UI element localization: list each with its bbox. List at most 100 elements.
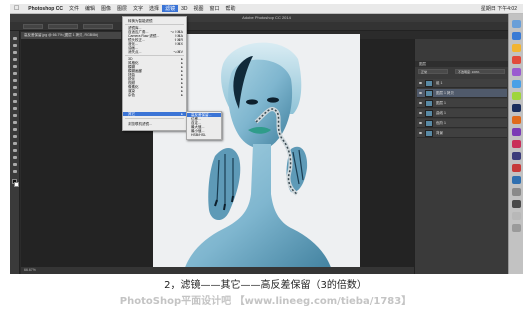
blur-tool-icon[interactable] [13, 121, 17, 124]
menu-item-browse-online[interactable]: 浏览联机滤镜... [123, 122, 186, 126]
menu-item-vanishing-point[interactable]: 消失点... ⌥⌘V [123, 50, 186, 54]
after-effects-icon[interactable] [512, 152, 521, 160]
menu-3d[interactable]: 3D [178, 6, 190, 12]
clone-stamp-tool-icon[interactable] [13, 93, 17, 96]
indesign-icon[interactable] [512, 140, 521, 148]
brush-tool-icon[interactable] [13, 86, 17, 89]
menu-app-name[interactable]: Photoshop CC [20, 6, 66, 12]
opacity-field[interactable]: 不透明度: 100% [455, 69, 505, 74]
layers-panel-title[interactable]: 图层 [415, 61, 509, 67]
premiere-icon[interactable] [512, 128, 521, 136]
eyedropper-tool-icon[interactable] [13, 72, 17, 75]
layer-thumbnail [425, 100, 433, 107]
healing-brush-tool-icon[interactable] [13, 79, 17, 82]
menu-window[interactable]: 窗口 [207, 5, 223, 12]
gradient-tool-icon[interactable] [13, 114, 17, 117]
menu-item-convert-smart-filter[interactable]: 转换为智能滤镜 [123, 19, 186, 23]
lasso-tool-icon[interactable] [13, 51, 17, 54]
layer-row[interactable]: 图层 1 [417, 99, 507, 108]
menu-help[interactable]: 帮助 [223, 5, 239, 12]
acrobat-icon[interactable] [512, 164, 521, 172]
dodge-tool-icon[interactable] [13, 128, 17, 131]
photoshop-icon[interactable] [512, 104, 521, 112]
layer-name: 组 1 [436, 81, 443, 85]
menu-filter[interactable]: 滤镜 [162, 5, 179, 12]
trash-icon[interactable] [512, 224, 521, 232]
quick-select-tool-icon[interactable] [13, 58, 17, 61]
sample-size-select[interactable] [48, 24, 78, 29]
eye-icon[interactable] [419, 82, 422, 84]
tools-panel [10, 31, 20, 274]
illustrator-icon[interactable] [512, 116, 521, 124]
eye-icon[interactable] [419, 132, 422, 134]
move-tool-icon[interactable] [13, 37, 17, 40]
menu-item-noise[interactable]: 杂色 ▸ [123, 93, 186, 97]
history-brush-tool-icon[interactable] [13, 100, 17, 103]
eraser-tool-icon[interactable] [13, 107, 17, 110]
type-tool-icon[interactable] [13, 142, 17, 145]
menu-view[interactable]: 视图 [190, 5, 206, 12]
layer-row[interactable]: 曲线 1 [417, 109, 507, 118]
finder-icon[interactable] [512, 20, 521, 28]
zoom-tool-icon[interactable] [13, 170, 17, 173]
system-preferences-icon[interactable] [512, 188, 521, 196]
pen-tool-icon[interactable] [13, 135, 17, 138]
downloads-icon[interactable] [512, 212, 521, 220]
itunes-icon[interactable] [512, 68, 521, 76]
layer-row[interactable]: 组 1 [417, 79, 507, 88]
layer-name: 色阶 1 [436, 121, 446, 125]
layer-name: 图层 1 拷贝 [436, 91, 454, 95]
layer-row[interactable]: 色阶 1 [417, 119, 507, 128]
status-bar: 66.67% [21, 267, 414, 274]
layer-row-selected[interactable]: 图层 1 拷贝 [417, 89, 507, 98]
layer-thumbnail [425, 110, 433, 117]
page:  Photoshop CC 文件 编辑 图像 图层 文字 选择 滤镜 3D 视… [0, 0, 531, 323]
menu-file[interactable]: 文件 [66, 5, 82, 12]
marquee-tool-icon[interactable] [13, 44, 17, 47]
layers-panel: 图层 正常 不透明度: 100% 组 1 图层 1 拷贝 图层 1 曲线 1 色… [414, 39, 509, 274]
eye-icon[interactable] [419, 102, 422, 104]
layer-thumbnail [425, 90, 433, 97]
terminal-icon[interactable] [512, 200, 521, 208]
menu-layer[interactable]: 图层 [114, 5, 130, 12]
menu-edit[interactable]: 编辑 [82, 5, 98, 12]
messages-icon[interactable] [512, 92, 521, 100]
blend-mode-select[interactable]: 正常 [418, 69, 448, 74]
layer-name: 背景 [436, 131, 443, 135]
app-store-icon[interactable] [512, 80, 521, 88]
watermark: PhotoShop平面设计吧 【www.lineeg.com/tieba/178… [119, 296, 412, 307]
apple-icon[interactable]:  [10, 5, 20, 12]
tutorial-caption: 2，滤镜——其它——高反差保留（3的倍数） [164, 280, 367, 291]
menu-separator [125, 55, 184, 56]
mac-dock [508, 14, 523, 274]
background-color-swatch[interactable] [14, 182, 19, 187]
layer-thumbnail [425, 80, 433, 87]
filter-menu: 转换为智能滤镜 滤镜库... 自适应广角... ⌥⇧⌘A Camera Raw 滤… [122, 16, 187, 131]
eye-icon[interactable] [419, 92, 422, 94]
submenu-item-hsb-hsl[interactable]: HSB/HSL [187, 133, 221, 137]
tool-preset-picker[interactable] [23, 24, 43, 29]
document-tab[interactable]: 高反差保留.jpg @ 66.7% (图层 1 拷贝, RGB/8#) [21, 32, 121, 39]
sample-layer-select[interactable] [83, 24, 113, 29]
menu-select[interactable]: 选择 [146, 5, 162, 12]
eye-icon[interactable] [419, 122, 422, 124]
menu-type[interactable]: 文字 [130, 5, 146, 12]
safari-icon[interactable] [512, 32, 521, 40]
notes-icon[interactable] [512, 44, 521, 52]
path-select-tool-icon[interactable] [13, 149, 17, 152]
menu-separator [125, 24, 184, 25]
lightroom-icon[interactable] [512, 176, 521, 184]
layer-name: 曲线 1 [436, 111, 446, 115]
eye-icon[interactable] [419, 112, 422, 114]
layer-thumbnail [425, 120, 433, 127]
layer-row[interactable]: 背景 [417, 129, 507, 138]
calendar-icon[interactable] [512, 56, 521, 64]
menu-item-other[interactable]: 其它 ▸ [123, 112, 186, 116]
hand-tool-icon[interactable] [13, 163, 17, 166]
crop-tool-icon[interactable] [13, 65, 17, 68]
zoom-readout[interactable]: 66.67% [24, 268, 36, 272]
shape-tool-icon[interactable] [13, 156, 17, 159]
mac-menubar:  Photoshop CC 文件 编辑 图像 图层 文字 选择 滤镜 3D 视… [10, 4, 523, 14]
menu-image[interactable]: 图像 [98, 5, 114, 12]
menubar-clock: 星期日 下午4:02 [480, 6, 517, 12]
